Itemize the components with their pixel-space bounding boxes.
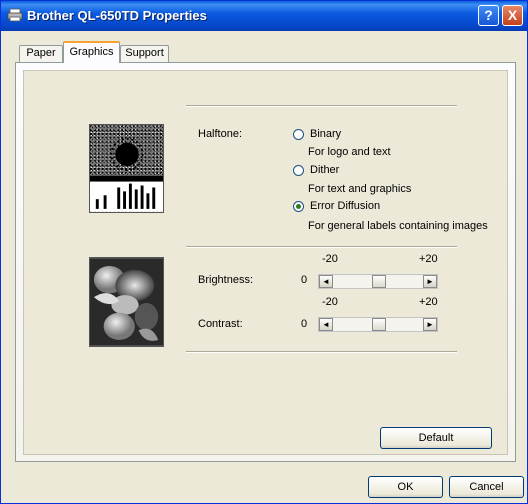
radio-dither-label[interactable]: Dither [310, 164, 339, 176]
ok-button[interactable]: OK [368, 476, 443, 498]
tab-support[interactable]: Support [120, 45, 169, 62]
error-diffusion-description: For general labels containing images [308, 220, 488, 232]
brightness-min-label: -20 [322, 253, 338, 265]
tab-graphics[interactable]: Graphics [63, 41, 120, 63]
contrast-slider[interactable]: ◄ ► [318, 317, 438, 332]
brightness-max-label: +20 [419, 253, 438, 265]
printer-icon [7, 8, 23, 22]
graphics-settings-area: Halftone: Binary For logo and text Dithe… [23, 70, 508, 455]
binary-description: For logo and text [308, 146, 391, 158]
contrast-label: Contrast: [198, 318, 243, 330]
tab-paper[interactable]: Paper [19, 45, 63, 62]
dither-description: For text and graphics [308, 183, 412, 195]
radio-binary[interactable] [293, 129, 304, 140]
default-button[interactable]: Default [380, 427, 492, 449]
contrast-max-label: +20 [419, 296, 438, 308]
cancel-button[interactable]: Cancel [449, 476, 524, 498]
brightness-preview-image [89, 257, 164, 347]
contrast-increase-button[interactable]: ► [423, 318, 437, 331]
brightness-slider[interactable]: ◄ ► [318, 274, 438, 289]
halftone-preview-image [89, 124, 164, 213]
properties-dialog: Brother QL-650TD Properties ? X Paper Gr… [0, 0, 528, 504]
graphics-tab-panel: Halftone: Binary For logo and text Dithe… [15, 62, 516, 462]
brightness-decrease-button[interactable]: ◄ [319, 275, 333, 288]
contrast-value: 0 [301, 318, 308, 330]
radio-error-diffusion[interactable] [293, 201, 304, 212]
contrast-min-label: -20 [322, 296, 338, 308]
brightness-increase-button[interactable]: ► [423, 275, 437, 288]
radio-error-diffusion-label[interactable]: Error Diffusion [310, 200, 380, 212]
halftone-label: Halftone: [198, 128, 243, 140]
window-title: Brother QL-650TD Properties [27, 8, 207, 23]
title-bar[interactable]: Brother QL-650TD Properties ? X [1, 1, 527, 31]
help-button[interactable]: ? [478, 5, 499, 26]
brightness-label: Brightness: [198, 274, 254, 286]
brightness-slider-thumb[interactable] [372, 275, 386, 288]
brightness-value: 0 [301, 274, 308, 286]
radio-binary-label[interactable]: Binary [310, 128, 341, 140]
separator-middle [186, 246, 457, 248]
separator-top [186, 105, 457, 107]
radio-selected-dot [296, 204, 301, 209]
contrast-decrease-button[interactable]: ◄ [319, 318, 333, 331]
radio-dither[interactable] [293, 165, 304, 176]
contrast-slider-thumb[interactable] [372, 318, 386, 331]
close-button[interactable]: X [502, 5, 523, 26]
separator-bottom [186, 351, 457, 353]
